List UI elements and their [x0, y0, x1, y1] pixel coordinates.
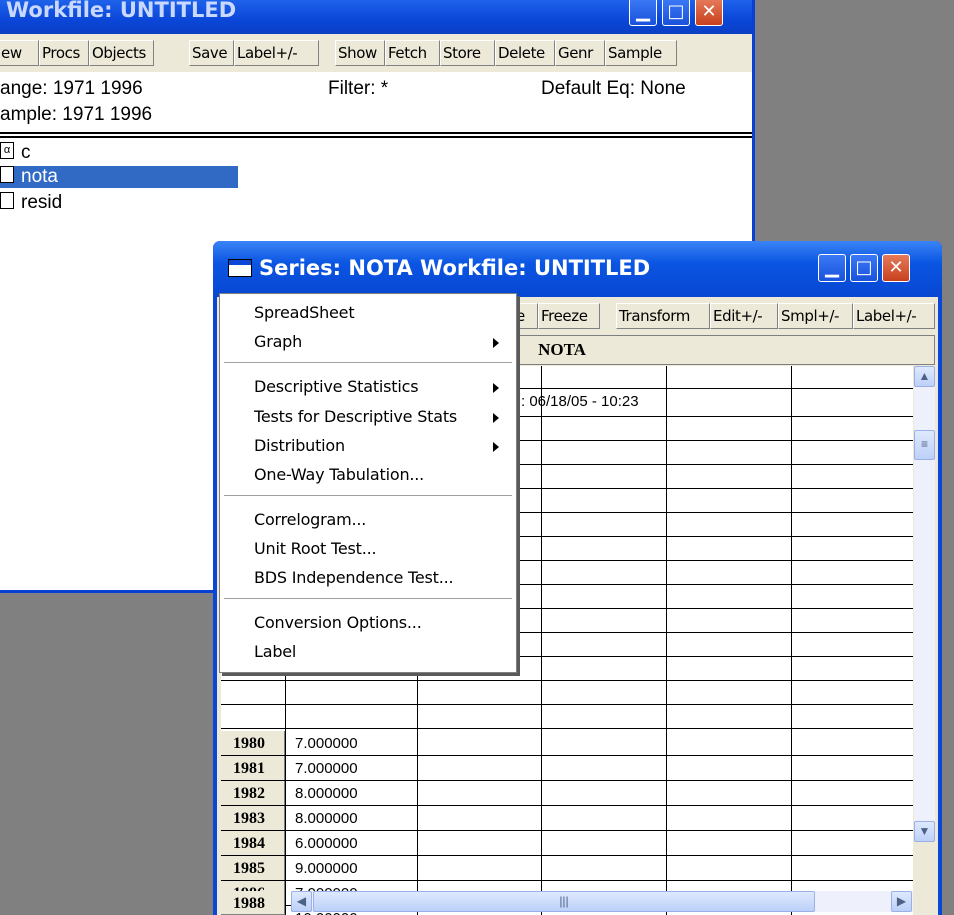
sample-button[interactable]: Sample [605, 40, 677, 66]
minimize-icon: ▁ [825, 257, 839, 278]
submenu-arrow-icon [493, 442, 499, 452]
cell-value[interactable]: 7.000000 [295, 756, 358, 781]
row-label[interactable]: 1985 [221, 856, 285, 881]
genr-button[interactable]: Genr [555, 40, 605, 66]
object-nota[interactable]: nota [0, 166, 238, 188]
filter-text: Filter: * [328, 78, 389, 99]
object-label: resid [21, 192, 63, 213]
menu-item-tests-descriptive-stats[interactable]: Tests for Descriptive Stats [254, 407, 457, 426]
maximize-icon: □ [855, 257, 873, 278]
scroll-up-button[interactable]: ▲ [914, 366, 935, 387]
series-title-bar[interactable]: Series: NOTA Workfile: UNTITLED ▁ □ ✕ [213, 241, 942, 297]
row-label[interactable]: 1984 [221, 831, 285, 856]
window-icon [228, 259, 252, 277]
workfile-toolbar: ew Procs Objects Save Label+/- Show Fetc… [0, 34, 752, 72]
divider [0, 132, 752, 138]
workfile-title: Workfile: UNTITLED [6, 0, 237, 22]
chevron-down-icon: ▼ [918, 824, 931, 838]
scroll-right-button[interactable]: ▶ [891, 891, 912, 912]
object-c[interactable]: αc [0, 142, 31, 164]
menu-separator [224, 495, 512, 499]
label-toggle-button[interactable]: Label+/- [853, 303, 935, 329]
object-resid[interactable]: resid [0, 192, 62, 214]
row-label[interactable]: 1982 [221, 781, 285, 806]
vertical-scrollbar[interactable]: ▲ ≡ ▼ [914, 366, 935, 842]
store-button[interactable]: Store [440, 40, 495, 66]
scroll-thumb[interactable]: ≡ [914, 430, 935, 460]
menu-item-label[interactable]: Label [254, 642, 296, 661]
menu-item-graph[interactable]: Graph [254, 332, 302, 351]
menu-separator [224, 362, 512, 366]
scroll-left-button[interactable]: ◀ [291, 891, 312, 912]
cell-value[interactable]: 8.000000 [295, 781, 358, 806]
view-menu: SpreadSheet Graph Descriptive Statistics… [219, 293, 517, 673]
scroll-down-button[interactable]: ▼ [914, 821, 935, 842]
menu-item-correlogram[interactable]: Correlogram... [254, 510, 366, 529]
default-eq-text: Default Eq: None [541, 78, 686, 99]
submenu-arrow-icon [493, 383, 499, 393]
edit-toggle-button[interactable]: Edit+/- [710, 303, 778, 329]
workfile-info: ange: 1971 1996 ample: 1971 1996 Filter:… [0, 72, 752, 134]
submenu-arrow-icon [493, 338, 499, 348]
series-title: Series: NOTA Workfile: UNTITLED [259, 256, 651, 280]
object-label: c [21, 142, 31, 163]
cell-value[interactable]: 8.000000 [295, 806, 358, 831]
coefficient-icon: α [0, 142, 14, 160]
delete-button[interactable]: Delete [495, 40, 555, 66]
minimize-button[interactable]: ▁ [629, 0, 657, 26]
smpl-toggle-button[interactable]: Smpl+/- [778, 303, 853, 329]
close-icon: ✕ [888, 257, 904, 278]
workfile-title-bar[interactable]: Workfile: UNTITLED ▁ □ ✕ [0, 0, 752, 34]
objects-button[interactable]: Objects [89, 40, 154, 66]
menu-item-unit-root-test[interactable]: Unit Root Test... [254, 539, 377, 558]
range-text: ange: 1971 1996 [0, 78, 143, 99]
menu-item-distribution[interactable]: Distribution [254, 436, 345, 455]
submenu-arrow-icon [493, 413, 499, 423]
close-button[interactable]: ✕ [882, 254, 910, 282]
minimize-icon: ▁ [636, 1, 650, 22]
chevron-up-icon: ▲ [918, 369, 931, 383]
scroll-thumb[interactable]: ||| [313, 891, 815, 912]
row-label[interactable]: 1983 [221, 806, 285, 831]
minimize-button[interactable]: ▁ [818, 254, 846, 282]
maximize-icon: □ [667, 1, 685, 22]
show-button[interactable]: Show [335, 40, 385, 66]
row-label[interactable]: 1980 [221, 731, 285, 756]
resize-grip-icon[interactable] [914, 891, 935, 912]
close-button[interactable]: ✕ [695, 0, 723, 26]
menu-item-spreadsheet[interactable]: SpreadSheet [254, 303, 355, 322]
label-toggle-button[interactable]: Label+/- [234, 40, 319, 66]
maximize-button[interactable]: □ [662, 0, 690, 26]
chevron-right-icon: ▶ [896, 894, 907, 908]
cell-value[interactable]: 9.000000 [295, 856, 358, 881]
menu-item-descriptive-statistics[interactable]: Descriptive Statistics [254, 377, 419, 396]
menu-item-one-way-tabulation[interactable]: One-Way Tabulation... [254, 465, 424, 484]
cell-value[interactable]: 7.000000 [295, 731, 358, 756]
menu-item-conversion-options[interactable]: Conversion Options... [254, 613, 422, 632]
chevron-left-icon: ◀ [296, 894, 307, 908]
grip-icon: ≡ [920, 437, 928, 451]
modified-text: : 06/18/05 - 10:23 [521, 393, 639, 410]
transform-button[interactable]: Transform [616, 303, 710, 329]
menu-separator [224, 598, 512, 602]
fetch-button[interactable]: Fetch [385, 40, 440, 66]
grip-icon: ||| [559, 894, 569, 908]
object-label: nota [21, 166, 58, 187]
close-icon: ✕ [701, 1, 717, 22]
row-label[interactable]: 1981 [221, 756, 285, 781]
menu-item-bds-independence-test[interactable]: BDS Independence Test... [254, 568, 454, 587]
save-button[interactable]: Save [189, 40, 234, 66]
view-button[interactable]: ew [0, 40, 39, 66]
cell-value[interactable]: 6.000000 [295, 831, 358, 856]
row-label[interactable]: 1988 [221, 891, 285, 915]
horizontal-scrollbar[interactable]: ◀ ||| ▶ [291, 891, 913, 912]
procs-button[interactable]: Procs [39, 40, 89, 66]
sample-text: ample: 1971 1996 [0, 104, 153, 125]
maximize-button[interactable]: □ [850, 254, 878, 282]
freeze-button[interactable]: Freeze [538, 303, 600, 329]
series-icon [0, 192, 14, 210]
series-icon [0, 166, 14, 184]
